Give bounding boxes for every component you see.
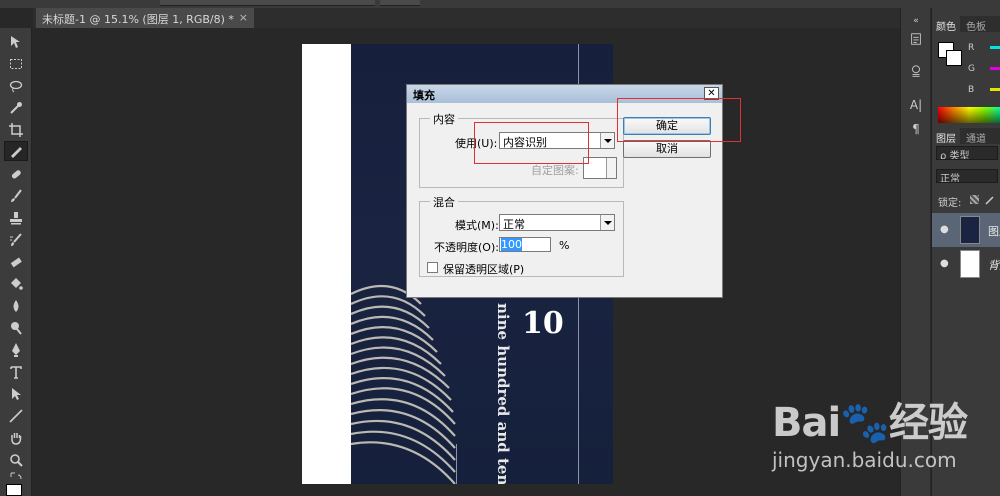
background-swatch[interactable] [946, 50, 962, 66]
blend-mode-select[interactable]: 正常 [936, 169, 998, 183]
eye-icon[interactable]: ● [940, 258, 951, 269]
close-tab-icon[interactable]: × [239, 11, 248, 24]
preserve-transparency-label: 保留透明区域(P) [443, 263, 525, 276]
layer-name: 背景 [988, 259, 1000, 272]
options-bar-segment [380, 0, 420, 6]
pen-tool-icon[interactable] [4, 340, 28, 360]
red-slider[interactable] [990, 46, 1000, 49]
highlight-box-use-select [474, 122, 589, 164]
green-slider[interactable] [990, 67, 1000, 70]
paragraph-panel-icon[interactable]: ¶ [907, 120, 925, 138]
dodge-tool-icon[interactable] [4, 318, 28, 338]
tools-panel [0, 28, 32, 496]
actions-panel-icon[interactable] [907, 62, 925, 80]
lock-pixels-icon[interactable] [985, 195, 995, 205]
history-panel-icon[interactable] [907, 30, 925, 48]
poster-divider-line [456, 444, 457, 484]
custom-pattern-label: 自定图案: [531, 164, 579, 177]
color-panel-tabs: 颜色 色板 [932, 16, 1000, 33]
dialog-title: 填充 [413, 89, 435, 102]
foreground-color-swatch[interactable] [6, 484, 22, 496]
brush-tool-icon[interactable] [4, 186, 28, 206]
preserve-transparency-checkbox[interactable] [427, 262, 438, 273]
mode-select-value: 正常 [503, 218, 525, 231]
opacity-value: 100 [501, 238, 522, 251]
tab-layers[interactable]: 图层 [932, 128, 960, 145]
tab-channels[interactable]: 通道 [962, 128, 990, 145]
type-tool-icon[interactable] [4, 362, 28, 382]
crop-tool-icon[interactable] [4, 120, 28, 140]
layers-panel-tabs: 图层 通道 [932, 128, 1000, 145]
opacity-input[interactable]: 100 [499, 237, 551, 252]
mode-select[interactable]: 正常 [499, 214, 615, 231]
opacity-label: 不透明度(O): [434, 241, 499, 254]
hand-tool-icon[interactable] [4, 428, 28, 448]
contents-group-label: 内容 [430, 111, 458, 127]
eye-icon[interactable]: ● [940, 224, 951, 235]
color-spectrum[interactable] [938, 107, 1000, 123]
channel-g-label: G [968, 64, 975, 74]
paint-bucket-tool-icon[interactable] [4, 274, 28, 294]
lock-transparency-icon[interactable] [970, 195, 979, 204]
layer-row[interactable]: ● 图层 1 [932, 213, 1000, 247]
marquee-tool-icon[interactable] [4, 54, 28, 74]
layer-thumbnail [960, 216, 980, 244]
blending-group-label: 混合 [430, 194, 458, 210]
swap-colors-icon[interactable] [4, 470, 28, 484]
collapse-panels-icon[interactable]: « [907, 12, 925, 30]
eyedropper-tool-icon[interactable] [4, 141, 28, 161]
clone-stamp-tool-icon[interactable] [4, 208, 28, 228]
channel-r-label: R [968, 43, 975, 53]
move-tool-icon[interactable] [4, 32, 28, 52]
channel-b-label: B [968, 85, 975, 95]
zoom-tool-icon[interactable] [4, 450, 28, 470]
poster-vertical-text: nine hundred and ten [494, 303, 512, 484]
layer-row[interactable]: ● 背景 [932, 247, 1000, 281]
highlight-box-ok-button [617, 98, 741, 142]
layer-thumbnail [960, 250, 980, 278]
mode-label: 模式(M): [455, 219, 499, 232]
chevron-down-icon [606, 158, 616, 178]
opacity-unit: % [559, 239, 570, 252]
layer-filter-select[interactable]: ρ 类型 [936, 146, 998, 160]
poster-number: 10 [522, 306, 564, 341]
blur-tool-icon[interactable] [4, 296, 28, 316]
chevron-down-icon [600, 215, 614, 230]
document-tab-bar: 未标题-1 @ 15.1% (图层 1, RGB/8) * × [33, 8, 900, 28]
document-tab-title: 未标题-1 @ 15.1% (图层 1, RGB/8) * [42, 13, 234, 26]
watermark-logo: Bai🐾经验 [772, 400, 968, 446]
layer-name: 图层 1 [988, 225, 1000, 238]
chevron-down-icon [600, 133, 614, 148]
document-tab[interactable]: 未标题-1 @ 15.1% (图层 1, RGB/8) * × [36, 8, 254, 28]
blue-slider[interactable] [990, 88, 1000, 91]
tab-color[interactable]: 颜色 [932, 16, 960, 33]
watermark-url: jingyan.baidu.com [772, 448, 957, 472]
path-selection-tool-icon[interactable] [4, 384, 28, 404]
baidu-watermark: Bai🐾经验 jingyan.baidu.com [772, 390, 968, 472]
cancel-button[interactable]: 取消 [623, 140, 711, 158]
lock-label: 锁定: [938, 198, 962, 209]
character-panel-icon[interactable]: A| [907, 96, 925, 114]
quick-selection-tool-icon[interactable] [4, 98, 28, 118]
healing-brush-tool-icon[interactable] [4, 164, 28, 184]
line-tool-icon[interactable] [4, 406, 28, 426]
top-strip [0, 0, 1000, 8]
lasso-tool-icon[interactable] [4, 76, 28, 96]
history-brush-tool-icon[interactable] [4, 230, 28, 250]
eraser-tool-icon[interactable] [4, 252, 28, 272]
tab-swatches[interactable]: 色板 [962, 16, 990, 33]
options-bar-segment [160, 0, 375, 6]
